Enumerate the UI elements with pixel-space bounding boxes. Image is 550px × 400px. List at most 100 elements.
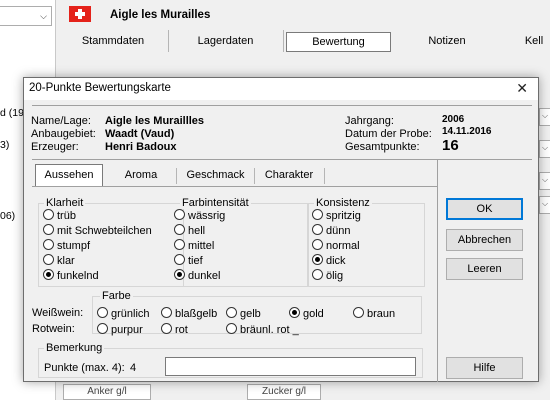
background-wine-title: Aigle les Murailles (110, 9, 211, 21)
tab-geschmack[interactable]: Geschmack (179, 165, 252, 186)
radio-circle-icon (174, 224, 185, 235)
tab-stammdaten[interactable]: Stammdaten (58, 30, 169, 52)
radio-farbe-braeunl-rot[interactable]: bräunl. rot _ (226, 323, 299, 336)
background-list-item[interactable]: 3) (0, 139, 9, 151)
radio-konsistenz-0[interactable]: spritzig (312, 209, 361, 222)
radio-circle-icon (174, 254, 185, 265)
close-icon[interactable]: ✕ (516, 80, 528, 96)
tab-keller[interactable]: Kell (514, 30, 550, 52)
background-dropdown[interactable]: ⌵ (539, 172, 550, 190)
konsistenz-label: Konsistenz (314, 197, 372, 209)
radio-farbe-gelb[interactable]: gelb (226, 307, 261, 320)
radio-circle-icon (97, 307, 108, 318)
tab-lagerdaten[interactable]: Lagerdaten (168, 30, 284, 52)
divider (32, 105, 532, 106)
klarheit-label: Klarheit (44, 197, 86, 209)
tab-divider (254, 168, 255, 184)
radio-farbintensitaet-4[interactable]: dunkel (174, 269, 220, 282)
producer-value: Henri Badoux (105, 141, 177, 153)
radio-farbe-braun[interactable]: braun (353, 307, 395, 320)
tab-charakter[interactable]: Charakter (257, 165, 321, 186)
radio-circle-icon (43, 254, 54, 265)
radio-farbintensitaet-0[interactable]: wässrig (174, 209, 225, 222)
chevron-down-icon: ⌵ (40, 11, 47, 21)
vintage-label: Jahrgang: (345, 115, 394, 127)
weisswein-label: Weißwein: (32, 307, 84, 319)
vertical-divider (437, 160, 438, 382)
radio-circle-icon (312, 239, 323, 250)
radio-farbe-blassgelb[interactable]: blaßgelb (161, 307, 217, 320)
tab-bewertung[interactable]: Bewertung (286, 32, 391, 52)
total-points-value: 16 (442, 137, 459, 154)
radio-farbe-gruenlich[interactable]: grünlich (97, 307, 150, 320)
background-list-item[interactable]: d (19 (0, 107, 24, 119)
radio-konsistenz-3[interactable]: dick (312, 254, 346, 267)
name-value: Aigle les Muraillles (105, 115, 205, 127)
radio-farbintensitaet-2[interactable]: mittel (174, 239, 214, 252)
radio-circle-icon (161, 323, 172, 334)
radio-circle-icon (312, 209, 323, 220)
date-label: Datum der Probe: (345, 128, 432, 140)
farbintensitaet-label: Farbintensität (180, 197, 251, 209)
radio-farbe-rot[interactable]: rot (161, 323, 188, 336)
background-dropdown[interactable]: ⌵ (539, 196, 550, 214)
radio-farbintensitaet-1[interactable]: hell (174, 224, 205, 237)
radio-selected-icon (312, 254, 323, 265)
vintage-value: 2006 (442, 114, 465, 125)
radio-konsistenz-2[interactable]: normal (312, 239, 360, 252)
divider (32, 159, 532, 160)
background-tabbar: Stammdaten Lagerdaten Bewertung Notizen … (58, 30, 550, 54)
tab-divider (324, 168, 325, 184)
radio-circle-icon (161, 307, 172, 318)
points-label: Punkte (max. 4): (44, 362, 125, 374)
background-dropdown[interactable]: ⌵ (539, 140, 550, 158)
tab-aussehen[interactable]: Aussehen (35, 164, 103, 187)
radio-klarheit-1[interactable]: mit Schwebteilchen (43, 224, 152, 237)
help-button[interactable]: Hilfe (446, 357, 523, 379)
radio-circle-icon (312, 224, 323, 235)
radio-klarheit-4[interactable]: funkelnd (43, 269, 99, 282)
background-field[interactable]: Zucker g/l (247, 384, 321, 400)
radio-circle-icon (312, 269, 323, 280)
radio-klarheit-0[interactable]: trüb (43, 209, 76, 222)
radio-selected-icon (174, 269, 185, 280)
chevron-down-icon: ⌵ (542, 199, 549, 208)
radio-selected-icon (289, 307, 300, 318)
radio-circle-icon (174, 239, 185, 250)
radio-circle-icon (353, 307, 364, 318)
tab-divider (176, 168, 177, 184)
rating-dialog: 20-Punkte Bewertungskarte ✕ Name/Lage: A… (23, 77, 539, 382)
radio-farbe-purpur[interactable]: purpur (97, 323, 143, 336)
radio-farbe-gold[interactable]: gold (289, 307, 324, 320)
radio-selected-icon (43, 269, 54, 280)
remark-input[interactable] (165, 357, 416, 376)
radio-circle-icon (97, 323, 108, 334)
background-field[interactable]: Anker g/l (63, 384, 151, 400)
radio-konsistenz-1[interactable]: dünn (312, 224, 350, 237)
dialog-title: 20-Punkte Bewertungskarte (29, 82, 171, 94)
name-label: Name/Lage: (31, 115, 91, 127)
radio-klarheit-2[interactable]: stumpf (43, 239, 90, 252)
radio-circle-icon (226, 307, 237, 318)
ok-button[interactable]: OK (446, 198, 523, 220)
cancel-button[interactable]: Abbrechen (446, 229, 523, 251)
rotwein-label: Rotwein: (32, 323, 75, 335)
date-value: 14.11.2016 (442, 126, 492, 137)
radio-farbintensitaet-3[interactable]: tief (174, 254, 203, 267)
radio-circle-icon (226, 323, 237, 334)
radio-konsistenz-4[interactable]: ölig (312, 269, 343, 282)
background-list-item[interactable]: 06) (0, 210, 15, 222)
background-dropdown[interactable]: ⌵ (539, 108, 550, 126)
tab-notizen[interactable]: Notizen (392, 30, 502, 52)
chevron-down-icon: ⌵ (542, 111, 549, 120)
background-combo[interactable]: ⌵ (0, 6, 52, 26)
radio-circle-icon (43, 239, 54, 250)
clear-button[interactable]: Leeren (446, 258, 523, 280)
farbe-label: Farbe (100, 290, 133, 302)
tab-panel-top (32, 186, 437, 187)
region-label: Anbaugebiet: (31, 128, 96, 140)
tab-aroma[interactable]: Aroma (110, 165, 172, 186)
radio-klarheit-3[interactable]: klar (43, 254, 75, 267)
radio-circle-icon (43, 209, 54, 220)
chevron-down-icon: ⌵ (542, 175, 549, 184)
